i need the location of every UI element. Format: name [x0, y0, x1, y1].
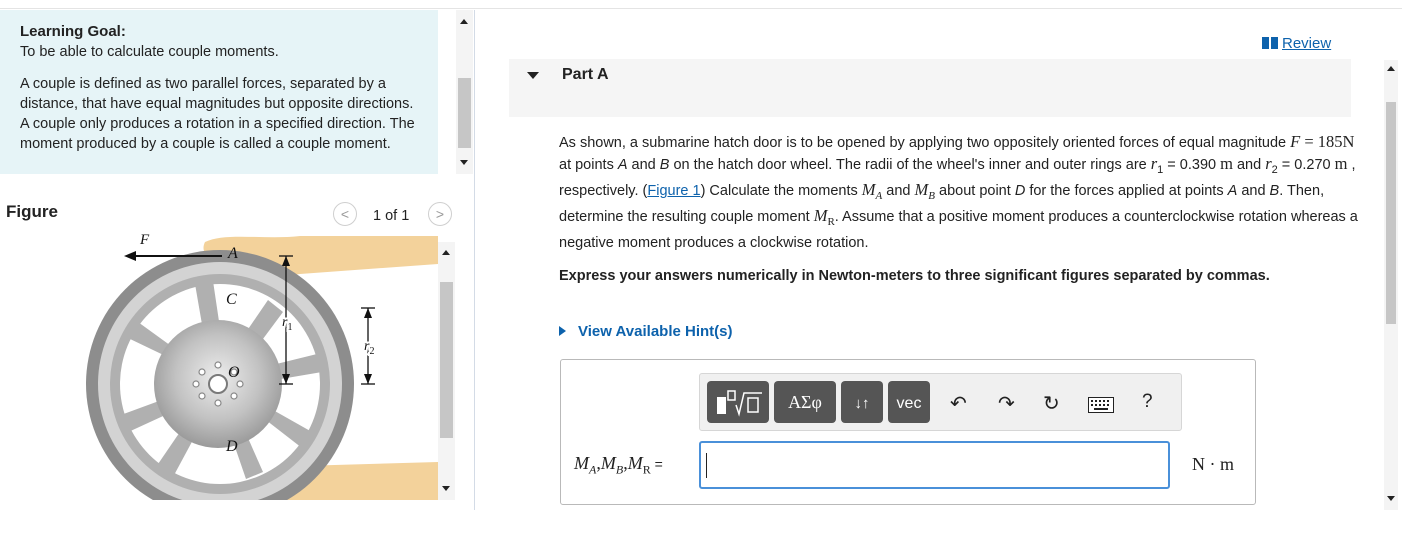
main-scrollbar[interactable] [1384, 60, 1398, 510]
scroll-down-arrow-icon[interactable] [1387, 496, 1395, 501]
figure-scrollbar[interactable] [438, 242, 455, 500]
goal-body: A couple is defined as two parallel forc… [20, 76, 415, 152]
figure-page-counter: 1 of 1 [373, 208, 410, 224]
expand-triangle-icon [559, 326, 566, 336]
scrollbar-thumb[interactable] [440, 282, 453, 438]
hatch-wheel-illustration: F A C O D r1 r2 [86, 234, 438, 500]
goal-subtitle: To be able to calculate couple moments. [20, 44, 279, 60]
chevron-right-icon: > [435, 206, 445, 222]
scroll-up-arrow-icon[interactable] [460, 19, 468, 24]
view-hints-link[interactable]: View Available Hint(s) [559, 323, 733, 340]
redo-icon: ↷ [998, 393, 1015, 415]
book-icon [1262, 37, 1278, 49]
learning-goal-panel: Learning Goal: To be able to calculate c… [0, 10, 438, 174]
keyboard-button[interactable] [1088, 396, 1114, 419]
fig-label-C: C [226, 291, 237, 308]
answer-input[interactable] [699, 441, 1170, 489]
collapse-triangle-icon[interactable] [527, 72, 539, 79]
part-a-header[interactable] [509, 59, 1351, 117]
fig-label-A: A [227, 245, 238, 262]
fig-label-O: O [228, 364, 240, 381]
scroll-down-arrow-icon[interactable] [460, 160, 468, 165]
figure-1-link[interactable]: Figure 1 [647, 183, 700, 199]
fig-label-r2: r2 [364, 339, 374, 357]
undo-icon: ↶ [950, 393, 967, 415]
panel-divider [474, 10, 475, 510]
scroll-up-arrow-icon[interactable] [1387, 66, 1395, 71]
figure-next-button[interactable]: > [428, 202, 452, 226]
scrollbar-thumb[interactable] [1386, 102, 1396, 324]
templates-button[interactable] [707, 381, 769, 423]
reset-button[interactable]: ↻ [1043, 391, 1060, 416]
goal-scrollbar[interactable] [456, 10, 473, 174]
redo-button[interactable]: ↷ [998, 391, 1015, 416]
undo-button[interactable]: ↶ [950, 391, 967, 416]
figure-prev-button[interactable]: < [333, 202, 357, 226]
scroll-up-arrow-icon[interactable] [442, 250, 450, 255]
fig-label-D: D [225, 438, 238, 455]
keyboard-icon [1088, 397, 1114, 413]
templates-icon [717, 390, 762, 417]
greek-symbols-button[interactable]: ΑΣφ [774, 381, 836, 423]
figure-label: Figure [6, 202, 58, 221]
figure-image: F A C O D r1 r2 [0, 234, 438, 500]
help-button[interactable]: ? [1142, 391, 1153, 413]
text-cursor [706, 453, 707, 478]
part-title: Part A [562, 66, 609, 83]
review-link[interactable]: Review [1262, 35, 1331, 52]
problem-statement: As shown, a submarine hatch door is to b… [559, 132, 1358, 251]
answer-instructions: Express your answers numerically in Newt… [559, 268, 1270, 284]
reset-icon: ↻ [1043, 393, 1060, 415]
chevron-left-icon: < [340, 206, 350, 222]
scroll-down-arrow-icon[interactable] [442, 486, 450, 491]
subscript-superscript-button[interactable]: ↓↑ [841, 381, 883, 423]
goal-title: Learning Goal: [20, 23, 126, 40]
scrollbar-thumb[interactable] [458, 78, 471, 148]
answer-units: N · m [1192, 454, 1235, 474]
review-label: Review [1282, 35, 1332, 52]
fig-label-F: F [139, 234, 150, 248]
answer-label: MA,MB,MR = [574, 453, 663, 477]
vector-button[interactable]: vec [888, 381, 930, 423]
top-divider [0, 8, 1402, 9]
math-toolbar: ΑΣφ ↓↑ vec ↶ ↷ ↻ ? [699, 373, 1182, 431]
